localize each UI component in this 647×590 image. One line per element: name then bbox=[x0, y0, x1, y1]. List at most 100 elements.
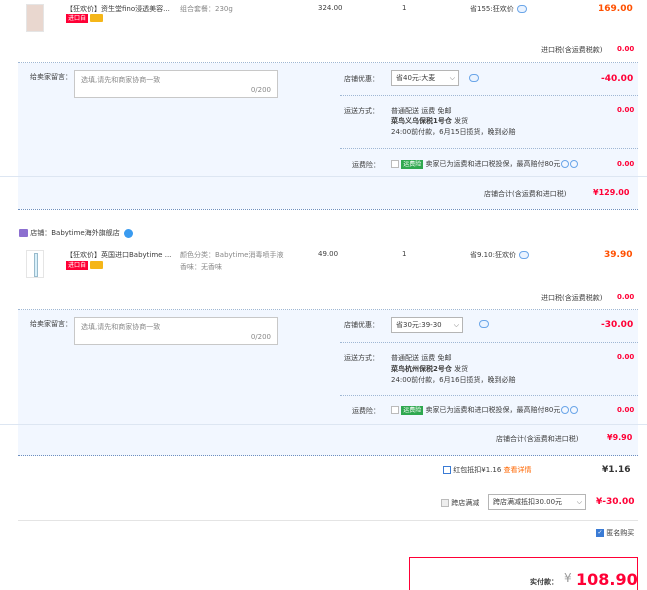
import-tag-label: 进口自 bbox=[66, 14, 89, 23]
insurance-checkbox[interactable] bbox=[391, 160, 399, 168]
ship-label: 运送方式： bbox=[344, 354, 379, 362]
chevron-down-icon: ⌵ bbox=[576, 498, 582, 506]
import-tag: 进口自 bbox=[66, 261, 104, 270]
chat-icon[interactable] bbox=[469, 74, 479, 82]
insurance-text: 卖家已为运费和进口税投保，最高赔付80元 bbox=[425, 160, 561, 168]
product-title[interactable]: 【狂欢价】资生堂fino浸透美容... bbox=[66, 4, 170, 14]
shop-subtotal-value: ¥129.00 bbox=[593, 188, 630, 197]
anonymous-checkbox[interactable]: ✓ bbox=[596, 529, 604, 537]
shop-icon bbox=[19, 229, 28, 237]
product-sku-scent: 香味：无香味 bbox=[180, 263, 222, 271]
import-tax-label: 进口税(含运费税款) bbox=[541, 46, 603, 54]
tmall-global-icon bbox=[90, 14, 104, 22]
import-tax-label: 进口税(含运费税款) bbox=[541, 294, 603, 302]
redpacket-row: 红包抵扣¥1.16 查看详情 bbox=[443, 465, 532, 475]
chevron-down-icon: ⌵ bbox=[453, 321, 459, 329]
tmall-global-icon bbox=[90, 261, 104, 269]
promo-select[interactable]: 省40元:大麦 ⌵ bbox=[391, 70, 459, 86]
chat-icon[interactable] bbox=[518, 251, 529, 259]
shop-name[interactable]: Babytime海外旗舰店 bbox=[51, 229, 120, 237]
warehouse-name: 菜鸟杭州保税2号仓 bbox=[391, 365, 452, 373]
quantity[interactable]: 1 bbox=[402, 4, 406, 12]
discount-text: 省9.10:狂欢价 bbox=[470, 251, 516, 259]
help-icon[interactable] bbox=[570, 406, 579, 414]
chat-icon[interactable] bbox=[479, 320, 489, 328]
promo-label: 店铺优惠： bbox=[344, 321, 379, 329]
pay-currency: ¥ bbox=[564, 571, 572, 585]
help-icon[interactable] bbox=[561, 160, 570, 168]
message-placeholder: 选填,请先和商家协商一致 bbox=[81, 76, 161, 84]
insurance-badge: 运费险 bbox=[401, 159, 424, 169]
insurance-amount: 0.00 bbox=[617, 160, 635, 168]
message-count: 0/200 bbox=[250, 333, 271, 341]
crossshop-select[interactable]: 跨店满减抵扣30.00元 ⌵ bbox=[488, 494, 586, 510]
anonymous-label: 匿名购买 bbox=[606, 529, 635, 537]
shop-subtotal-label: 店铺合计(含运费和进口税) bbox=[496, 435, 579, 443]
message-placeholder: 选填,请先和商家协商一致 bbox=[81, 323, 161, 331]
insurance-badge: 运费险 bbox=[401, 405, 424, 415]
promo-select-value: 省30元:39-30 bbox=[396, 321, 442, 329]
shop-subtotal-value: ¥9.90 bbox=[607, 433, 633, 442]
redpacket-label: 红包抵扣¥1.16 bbox=[453, 466, 502, 474]
insurance-checkbox[interactable] bbox=[391, 406, 399, 414]
promo-amount: -30.00 bbox=[601, 320, 634, 330]
message-label: 给卖家留言： bbox=[30, 320, 72, 328]
ship-line3: 24:00前付款，6月15日揽货，晚到必赔 bbox=[391, 128, 516, 136]
import-tax-value: 0.00 bbox=[617, 45, 635, 53]
ship-warehouse: 菜鸟义乌保税1号仓 发货 bbox=[391, 116, 468, 126]
pay-box: 实付款： ¥ 108.90 bbox=[409, 557, 638, 590]
unit-price: 324.00 bbox=[318, 4, 343, 12]
import-tag-label: 进口自 bbox=[66, 261, 89, 270]
crossshop-checkbox[interactable] bbox=[441, 499, 449, 507]
shop-label: 店铺： bbox=[30, 229, 52, 237]
ship-label: 运送方式： bbox=[344, 107, 379, 115]
ship-dispatch: 发货 bbox=[454, 117, 469, 125]
crossshop-row: 跨店满减 bbox=[441, 498, 479, 508]
quantity[interactable]: 1 bbox=[402, 250, 406, 258]
discount-info: 省155:狂欢价 bbox=[470, 4, 527, 14]
ship-amount: 0.00 bbox=[617, 106, 635, 114]
product-thumbnail[interactable] bbox=[26, 250, 44, 278]
ship-line1: 普通配送 运费 免邮 bbox=[391, 354, 452, 362]
chat-icon[interactable] bbox=[516, 5, 527, 13]
redpacket-checkbox[interactable] bbox=[443, 466, 451, 474]
message-input[interactable]: 选填,请先和商家协商一致 0/200 bbox=[74, 70, 278, 98]
redpacket-detail-link[interactable]: 查看详情 bbox=[504, 466, 532, 474]
promo-label: 店铺优惠： bbox=[344, 75, 379, 83]
product-sku: 组合套餐：230g bbox=[180, 5, 233, 13]
insurance-text: 卖家已为运费和进口税投保，最高赔付80元 bbox=[425, 406, 561, 414]
help-icon[interactable] bbox=[561, 406, 570, 414]
pay-label: 实付款： bbox=[530, 578, 558, 586]
help-icon[interactable] bbox=[570, 160, 579, 168]
message-count: 0/200 bbox=[250, 86, 271, 94]
crossshop-select-value: 跨店满减抵扣30.00元 bbox=[493, 498, 563, 506]
import-tag: 进口自 bbox=[66, 14, 104, 23]
product-title[interactable]: 【狂欢价】英国进口Babytime ... bbox=[66, 250, 171, 260]
redpacket-value: ¥1.16 bbox=[602, 465, 631, 475]
ship-line1: 普通配送 运费 免邮 bbox=[391, 107, 452, 115]
anonymous-row: ✓ 匿名购买 bbox=[596, 528, 634, 538]
ship-line3: 24:00前付款，6月16日揽货，晚到必赔 bbox=[391, 376, 516, 384]
shop-subtotal-label: 店铺合计(含运费和进口税) bbox=[484, 190, 567, 198]
warehouse-name: 菜鸟义乌保税1号仓 bbox=[391, 117, 452, 125]
shop-header: 店铺：Babytime海外旗舰店 bbox=[19, 228, 133, 238]
pay-total: 108.90 bbox=[576, 570, 638, 589]
discount-text: 省155:狂欢价 bbox=[470, 5, 514, 13]
message-input[interactable]: 选填,请先和商家协商一致 0/200 bbox=[74, 317, 278, 345]
item-total: 169.00 bbox=[598, 4, 633, 14]
item-total: 39.90 bbox=[604, 250, 633, 260]
insurance-label: 运费险： bbox=[352, 161, 380, 169]
ship-amount: 0.00 bbox=[617, 353, 635, 361]
promo-amount: -40.00 bbox=[601, 74, 634, 84]
promo-select[interactable]: 省30元:39-30 ⌵ bbox=[391, 317, 463, 333]
ship-dispatch: 发货 bbox=[454, 365, 469, 373]
product-thumbnail[interactable] bbox=[26, 4, 44, 32]
message-label: 给卖家留言： bbox=[30, 73, 72, 81]
promo-select-value: 省40元:大麦 bbox=[396, 74, 436, 82]
wangwang-icon[interactable] bbox=[123, 228, 133, 238]
discount-info: 省9.10:狂欢价 bbox=[470, 250, 529, 260]
product-sku: 颜色分类：Babytime消毒喷手液 bbox=[180, 251, 284, 259]
chevron-down-icon: ⌵ bbox=[449, 74, 455, 82]
crossshop-value: ¥-30.00 bbox=[596, 497, 635, 507]
insurance-row: 运费险 卖家已为运费和进口税投保，最高赔付80元 bbox=[391, 405, 579, 415]
